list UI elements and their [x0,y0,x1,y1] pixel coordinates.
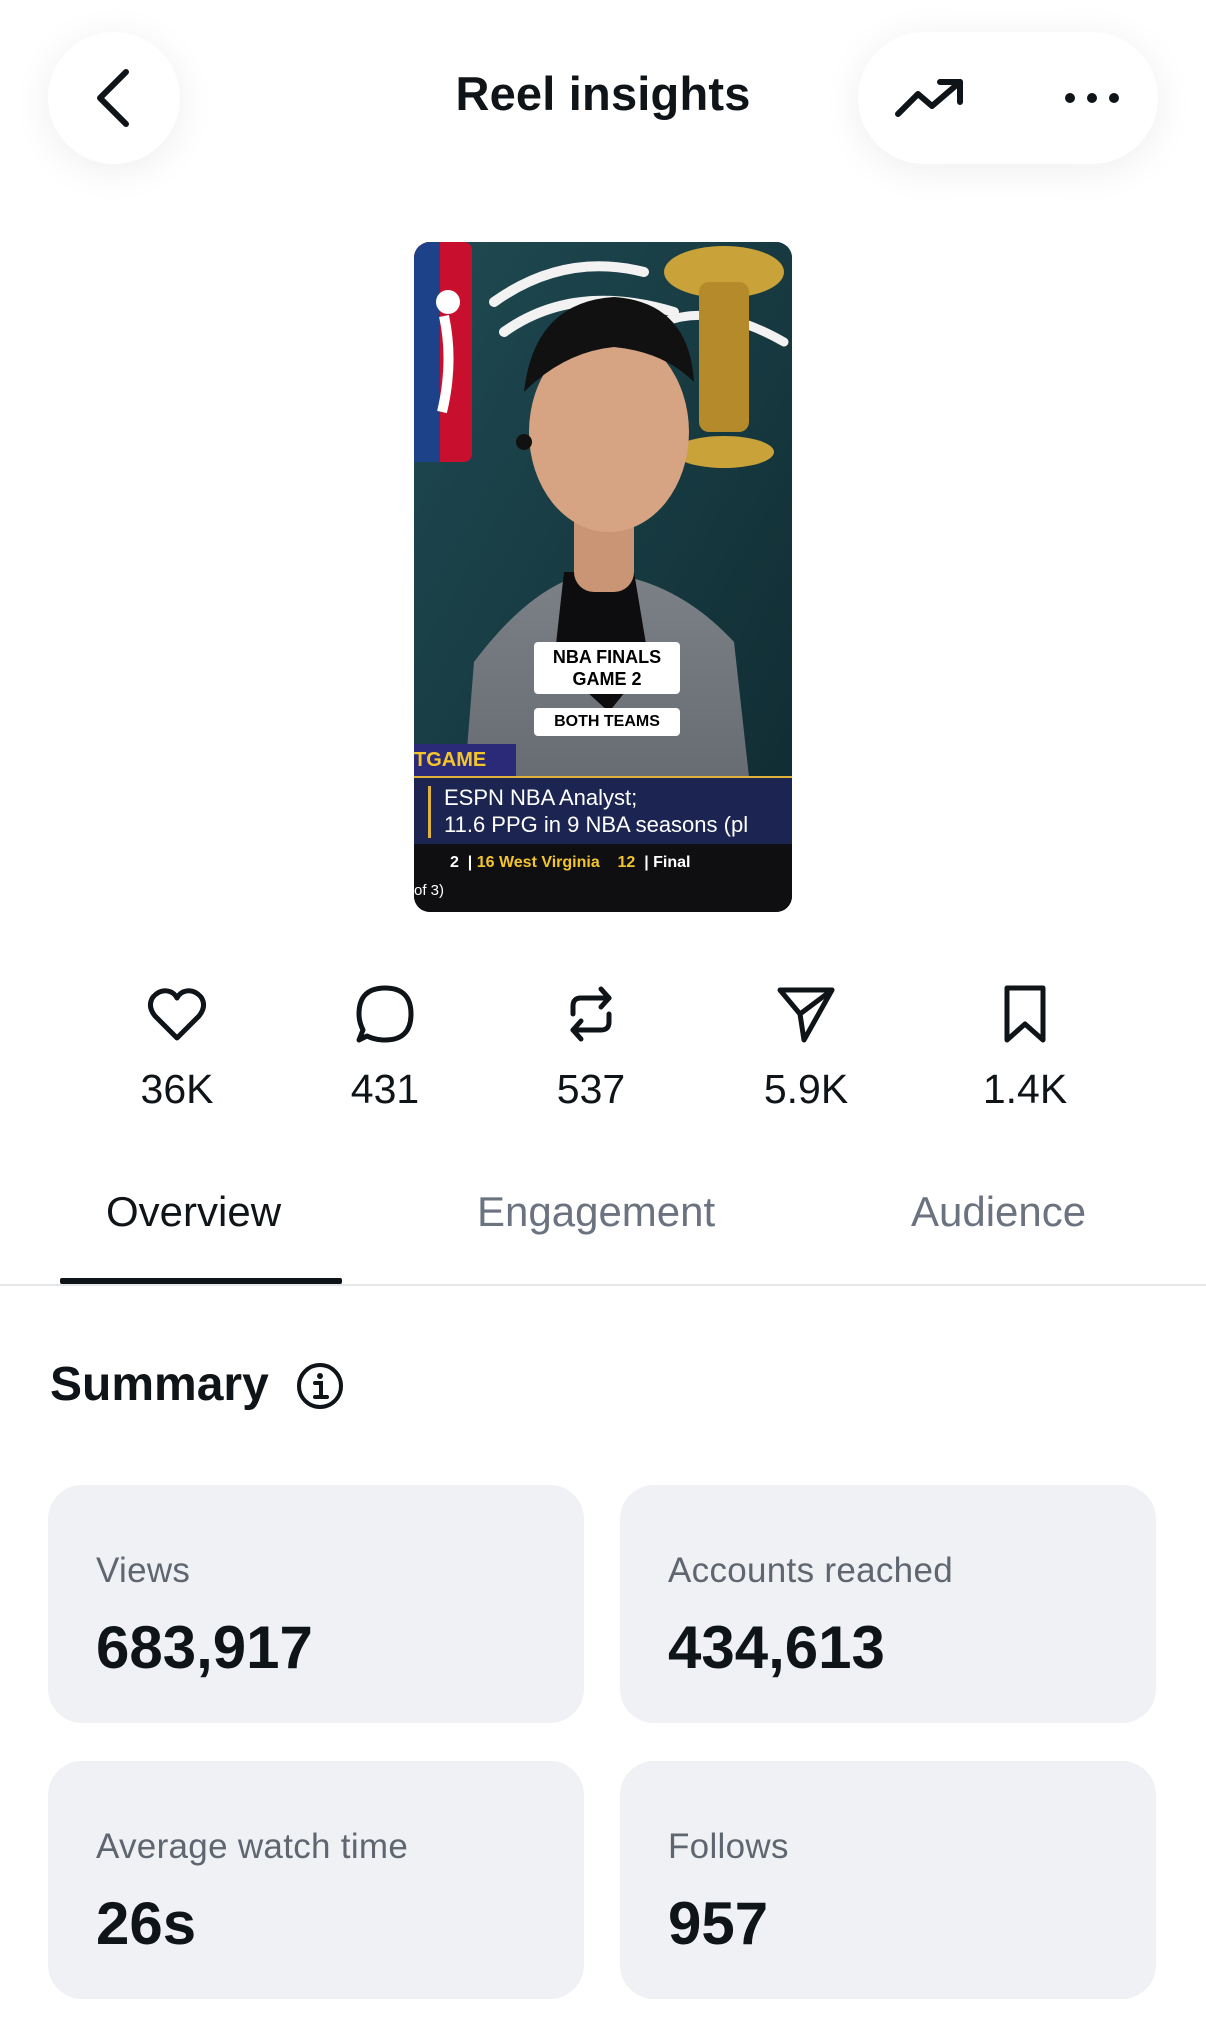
views-label: Views [96,1551,191,1590]
average-watch-time-label: Average watch time [96,1827,409,1866]
accounts-reached-card[interactable]: Accounts reached 434,613 [620,1485,1156,1723]
average-watch-time-card[interactable]: Average watch time 26s [48,1761,584,1999]
accounts-reached-label: Accounts reached [668,1551,953,1590]
heart-icon [147,988,207,1041]
info-icon[interactable] [296,1362,344,1410]
share-icon [777,987,835,1043]
accounts-reached-value: 434,613 [668,1614,885,1681]
score-b: 12 [617,854,636,871]
comments-stat: 431 [315,982,455,1113]
views-card[interactable]: Views 683,917 [48,1485,584,1723]
ticker-tag: TGAME [414,744,516,776]
reposts-count: 537 [556,1066,626,1112]
thumbnail-badge-subtitle: BOTH TEAMS [534,708,680,736]
average-watch-time-value: 26s [96,1890,197,1957]
more-options-button[interactable] [1054,68,1130,128]
lower-third: ESPN NBA Analyst; 11.6 PPG in 9 NBA seas… [414,776,792,844]
likes-stat: 36K [107,982,247,1113]
score-a: 2 [450,854,459,871]
tab-overview[interactable]: Overview [106,1188,281,1236]
score-note: of 3) [414,882,445,899]
reel-thumbnail[interactable]: NBA FINALS GAME 2 BOTH TEAMS TGAME ESPN … [414,242,792,912]
comments-count: 431 [350,1066,420,1112]
tab-engagement[interactable]: Engagement [477,1188,715,1236]
reposts-stat: 537 [521,982,661,1113]
score-strip: 2 | 16 West Virginia 12 | Final of 3) [414,844,792,912]
score-team: 16 West Virginia [476,854,600,871]
reel-insights-screen: Reel insights NBA FINALS GAME 2 BOTH TEA… [0,0,1206,2041]
trends-button[interactable] [892,68,968,128]
bookmark-icon [1004,985,1046,1043]
lower-third-line1: ESPN NBA Analyst; [444,785,638,810]
saves-count: 1.4K [982,1066,1068,1112]
saves-stat: 1.4K [955,982,1095,1113]
follows-label: Follows [668,1827,789,1866]
follows-value: 957 [668,1890,769,1957]
tabs-divider [0,1284,1206,1286]
shares-count: 5.9K [763,1066,849,1112]
shares-stat: 5.9K [736,982,876,1113]
summary-title: Summary [50,1358,269,1411]
comment-icon [356,985,414,1043]
tab-audience[interactable]: Audience [911,1188,1086,1236]
likes-count: 36K [140,1066,214,1112]
follows-card[interactable]: Follows 957 [620,1761,1156,1999]
repost-icon [570,986,612,1042]
trending-up-icon [895,79,963,117]
thumbnail-badge-title: NBA FINALS GAME 2 [534,642,680,694]
score-status: Final [653,854,691,871]
views-value: 683,917 [96,1614,313,1681]
lower-third-line2: 11.6 PPG in 9 NBA seasons (pl [444,812,749,837]
header-actions [858,32,1158,164]
more-horizontal-icon [1065,93,1119,103]
